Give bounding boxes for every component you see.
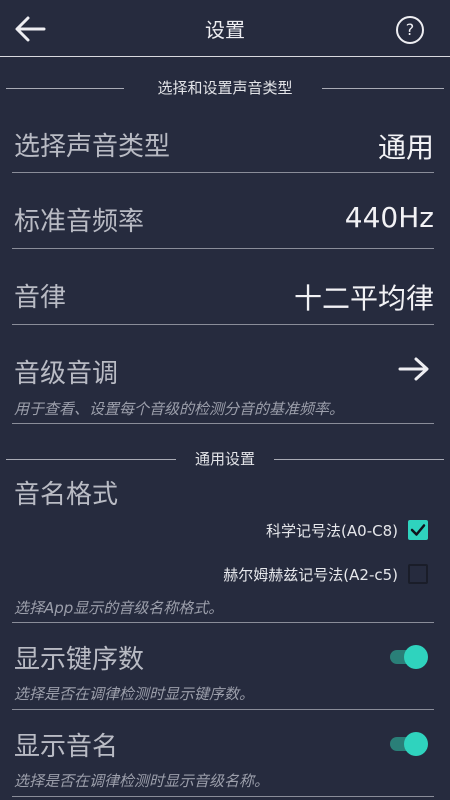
pitch-tuning-label: 音级音调 (14, 359, 119, 389)
checkmark-icon (410, 524, 426, 536)
divider (12, 796, 434, 797)
helmholtz-notation-label[interactable]: 赫尔姆赫兹记号法(A2-c5) (223, 564, 398, 585)
show-note-name-description: 选择是否在调律检测时显示音级名称。 (14, 772, 270, 790)
divider (12, 423, 434, 424)
pitch-tuning-arrow-button[interactable] (396, 355, 432, 383)
temperament-label: 音律 (14, 283, 67, 313)
section-header-general: 通用设置 (6, 449, 444, 469)
arrow-right-icon (398, 357, 429, 381)
show-key-number-toggle[interactable] (388, 645, 428, 669)
app-header: 设置 ? (0, 0, 450, 57)
sound-type-value: 通用 (377, 131, 434, 164)
scientific-notation-checkbox[interactable] (408, 520, 428, 540)
toggle-knob (404, 645, 428, 669)
standard-frequency-value: 440Hz (344, 201, 434, 234)
show-note-name-label: 显示音名 (14, 732, 119, 762)
toggle-knob (404, 732, 428, 756)
help-button[interactable]: ? (396, 16, 424, 44)
show-note-name-toggle[interactable] (388, 732, 428, 756)
note-name-format-description: 选择App显示的音级名称格式。 (14, 599, 224, 617)
pitch-tuning-row[interactable]: 音级音调 用于查看、设置每个音级的检测分音的基准频率。 (12, 325, 434, 423)
section-title: 选择和设置声音类型 (157, 79, 293, 97)
show-note-name-row: 显示音名 选择是否在调律检测时显示音级名称。 (12, 710, 434, 796)
note-name-format-label: 音名格式 (14, 480, 119, 510)
helmholtz-notation-checkbox[interactable] (408, 564, 428, 584)
standard-frequency-label: 标准音频率 (14, 207, 145, 237)
pitch-tuning-description: 用于查看、设置每个音级的检测分音的基准频率。 (14, 400, 345, 418)
show-key-number-label: 显示键序数 (14, 645, 145, 675)
standard-frequency-row[interactable]: 标准音频率 440Hz (12, 173, 434, 248)
temperament-value: 十二平均律 (293, 282, 434, 315)
section-title: 通用设置 (194, 450, 255, 468)
temperament-row[interactable]: 音律 十二平均律 (12, 249, 434, 324)
page-title: 设置 (205, 18, 245, 42)
sound-type-row[interactable]: 选择声音类型 通用 (12, 100, 434, 172)
section-header-sound-type: 选择和设置声音类型 (6, 78, 444, 98)
show-key-number-description: 选择是否在调律检测时显示键序数。 (14, 685, 255, 703)
scientific-notation-label[interactable]: 科学记号法(A0-C8) (266, 520, 398, 541)
sound-type-label: 选择声音类型 (14, 132, 171, 162)
show-key-number-row: 显示键序数 选择是否在调律检测时显示键序数。 (12, 623, 434, 709)
note-name-format-row: 音名格式 科学记号法(A0-C8) 赫尔姆赫兹记号法(A2-c5) 选择App显… (12, 470, 434, 622)
